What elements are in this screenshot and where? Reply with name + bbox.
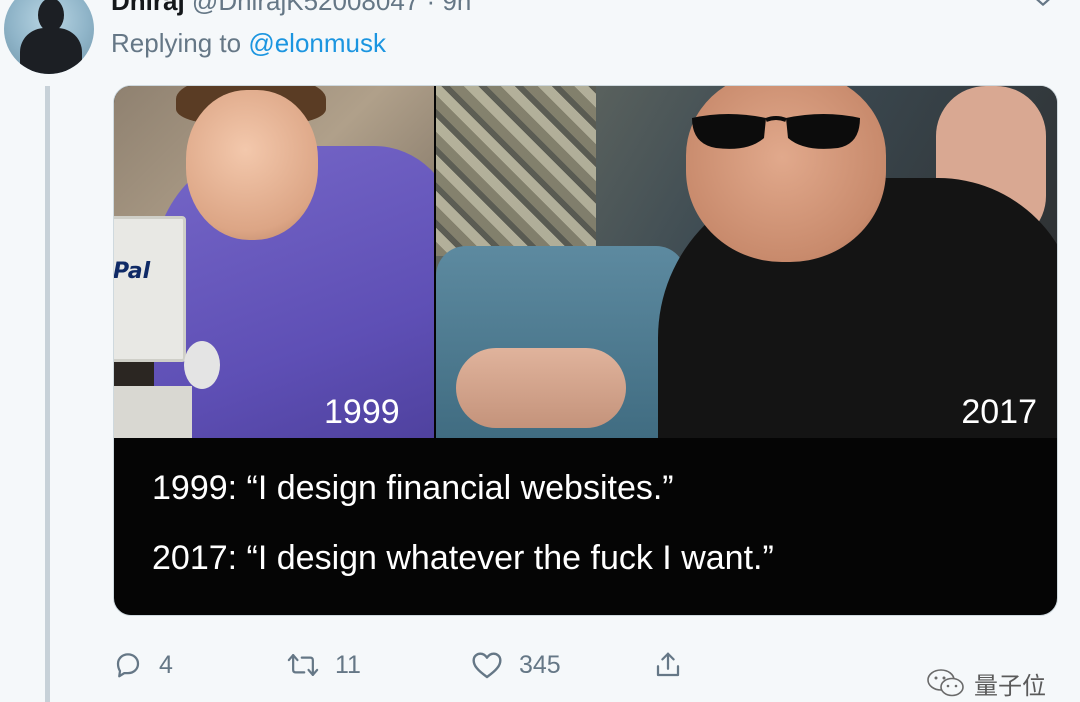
heart-icon [472,652,502,679]
tweet-header: Dhiraj @DhirajK52008047 · 9h [111,0,471,16]
separator-dot: · [426,0,436,16]
share-button[interactable] [653,645,683,685]
avatar-silhouette-body [20,28,82,74]
face [186,90,318,240]
tweet-time[interactable]: 9h [442,0,471,16]
reply-icon [116,653,140,678]
like-button[interactable]: 345 [471,645,561,685]
mouse [184,341,220,389]
thread-line [45,86,50,702]
replying-to: Replying to @elonmusk [111,28,386,58]
hand [456,348,626,428]
tweet-media[interactable]: Pal 1999 2017 1999: “I design financial … [113,85,1058,616]
caption-line-1: 1999: “I design financial websites.” [152,469,674,507]
retweet-button[interactable]: 11 [287,645,361,685]
reply-count: 4 [159,650,173,679]
monitor-logo-text: Pal [114,259,151,284]
sunglasses [692,114,860,149]
photo-1999: Pal 1999 [114,86,434,438]
photo-2017: 2017 [436,86,1057,438]
reply-button[interactable]: 4 [113,645,173,685]
tweet-actions: 4 11 345 [113,645,753,685]
display-name[interactable]: Dhiraj [111,0,185,16]
wechat-icon [927,669,964,697]
year-label-right: 2017 [961,393,1037,431]
avatar[interactable] [4,0,94,74]
chevron-down-icon[interactable] [1032,0,1054,12]
share-icon [656,652,680,677]
watermark: 量子位 [926,665,1046,701]
tweet-page: Dhiraj @DhirajK52008047 · 9h Replying to… [0,0,1080,702]
user-handle[interactable]: @DhirajK52008047 [192,0,419,16]
background-pattern [436,86,596,256]
mention-link[interactable]: @elonmusk [248,28,386,58]
watermark-text: 量子位 [974,671,1046,700]
replying-prefix: Replying to [111,28,242,58]
retweet-icon [287,654,319,676]
caption-line-2: 2017: “I design whatever the fuck I want… [152,539,774,577]
monitor: Pal [114,216,186,362]
year-label-left: 1999 [324,393,400,431]
like-count: 345 [519,650,561,679]
retweet-count: 11 [335,650,361,679]
keyboard [114,386,192,438]
